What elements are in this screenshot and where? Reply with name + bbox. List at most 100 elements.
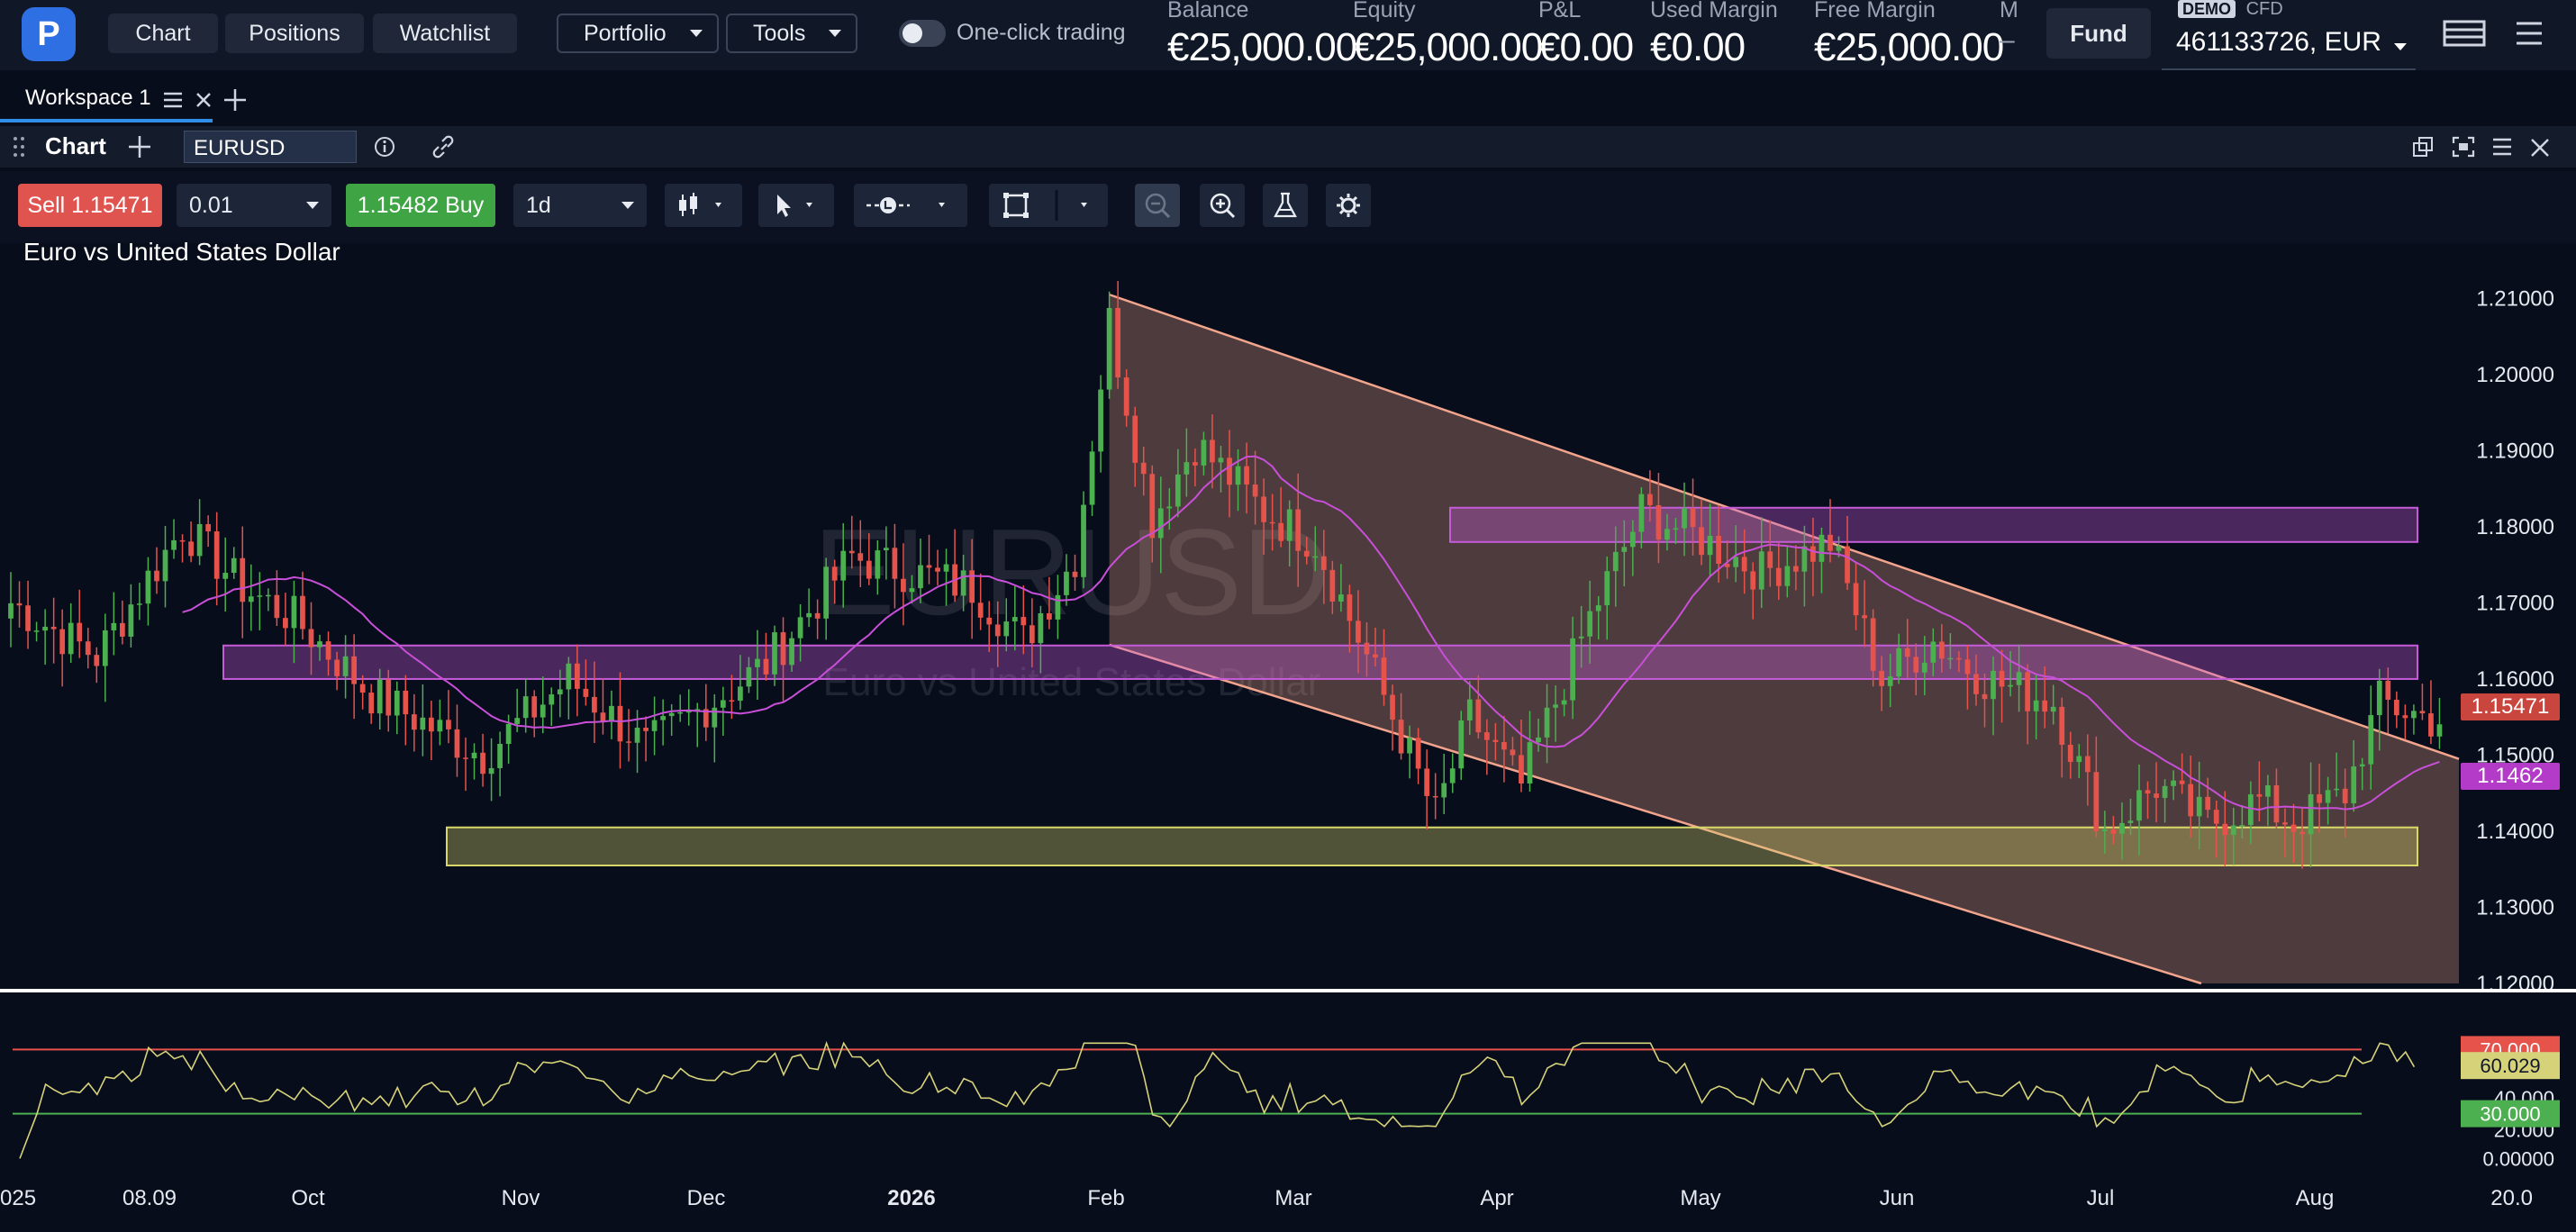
candle <box>677 711 684 714</box>
candle <box>334 659 340 676</box>
price-axis-label: 1.16000 <box>2476 667 2554 692</box>
popout-icon[interactable] <box>2412 136 2435 158</box>
price-axis-label: 1.19000 <box>2476 439 2554 463</box>
candle <box>342 656 349 676</box>
candle <box>205 523 212 532</box>
tools-dropdown[interactable]: Tools <box>726 14 857 53</box>
price-axis-label: 1.13000 <box>2476 895 2554 919</box>
candle <box>119 622 125 637</box>
last-price-tag: 1.15471 <box>2461 693 2560 720</box>
settings-button[interactable] <box>1326 184 1371 227</box>
candle <box>1072 571 1078 577</box>
candle <box>848 550 855 554</box>
top-bar: P Chart Positions Watchlist Portfolio To… <box>0 0 2576 70</box>
nav-watchlist-button[interactable]: Watchlist <box>373 14 517 53</box>
stat-used-margin: Used Margin €0.00 <box>1650 0 1778 69</box>
candle <box>2393 699 2399 716</box>
menu-icon[interactable] <box>2515 20 2544 47</box>
fund-button[interactable]: Fund <box>2046 8 2151 59</box>
candle <box>137 603 142 605</box>
stat-equity: Equity €25,000.00 <box>1353 0 1543 69</box>
candle <box>300 595 305 630</box>
cursor-tool-button[interactable] <box>758 184 834 227</box>
candle <box>2101 829 2108 831</box>
candle <box>1570 638 1576 701</box>
list-icon[interactable] <box>162 90 184 110</box>
candle <box>574 663 580 689</box>
close-icon[interactable] <box>195 91 213 109</box>
candle <box>2308 793 2314 835</box>
zoom-out-button[interactable] <box>1135 184 1180 227</box>
price-axis-label: 1.20000 <box>2476 363 2554 387</box>
chevron-down-icon <box>829 30 842 37</box>
portfolio-label: Portfolio <box>584 20 667 46</box>
candle <box>2008 684 2013 687</box>
sell-button[interactable]: Sell 1.15471 <box>18 184 162 227</box>
candle <box>1338 594 1344 602</box>
candle <box>1047 612 1052 620</box>
candle <box>179 539 186 542</box>
price-chart[interactable]: EURUSD Euro vs United States Dollar 1.21… <box>0 245 2576 1232</box>
candle <box>154 570 159 582</box>
info-icon[interactable] <box>373 135 396 159</box>
nav-positions-button[interactable]: Positions <box>225 14 364 53</box>
candle <box>1544 707 1550 738</box>
candle <box>1449 768 1456 784</box>
quantity-select[interactable]: 0.01 <box>177 184 331 227</box>
candle <box>557 689 563 695</box>
line-tool-button[interactable] <box>854 184 967 227</box>
candle <box>2171 780 2176 786</box>
candle <box>2376 680 2382 716</box>
candle <box>1553 704 1558 708</box>
candle <box>420 717 426 730</box>
workspace-tab-indicator <box>0 119 213 122</box>
candle <box>1201 439 1207 466</box>
candle <box>1269 521 1275 524</box>
candle <box>1492 739 1499 742</box>
quantity-value: 0.01 <box>189 192 233 218</box>
add-workspace-icon[interactable] <box>223 88 247 112</box>
portfolio-dropdown[interactable]: Portfolio <box>557 14 719 53</box>
chart-type-button[interactable] <box>665 184 742 227</box>
nav-chart-button[interactable]: Chart <box>108 14 218 53</box>
buy-button[interactable]: 1.15482 Buy <box>346 184 495 227</box>
drag-handle-icon[interactable] <box>13 135 25 159</box>
candle <box>1991 670 1996 700</box>
link-icon[interactable] <box>431 135 456 159</box>
candle <box>77 622 83 642</box>
indicators-button[interactable] <box>1263 184 1308 227</box>
candle <box>1011 617 1018 622</box>
candle <box>1578 636 1584 639</box>
candle <box>1647 494 1653 505</box>
one-click-trading-toggle[interactable] <box>899 20 946 47</box>
layout-icon[interactable] <box>2443 20 2486 47</box>
candle <box>454 729 460 758</box>
timeframe-select[interactable]: 1d <box>513 184 647 227</box>
time-axis-label: May <box>1680 1186 1720 1210</box>
zoom-in-button[interactable] <box>1200 184 1245 227</box>
candle <box>1278 522 1284 541</box>
add-chart-icon[interactable] <box>128 135 151 159</box>
one-click-trading-label: One-click trading <box>957 20 1126 45</box>
ma-price-tag: 1.1462 <box>2461 763 2560 790</box>
account-selector[interactable]: 461133726, EUR <box>2176 27 2408 58</box>
time-axis-label: Jul <box>2087 1186 2115 1210</box>
candle <box>814 612 821 619</box>
panel-menu-icon[interactable] <box>2491 137 2513 157</box>
candle <box>909 588 915 593</box>
candle <box>111 622 117 630</box>
candle <box>1638 494 1645 532</box>
candle <box>634 728 640 743</box>
candle <box>1184 462 1190 475</box>
app-logo[interactable]: P <box>22 7 76 61</box>
candle <box>2093 772 2100 831</box>
candle <box>1707 535 1713 556</box>
time-axis-label: Feb <box>1087 1186 1124 1210</box>
close-panel-icon[interactable] <box>2529 137 2551 159</box>
candle <box>1629 531 1636 548</box>
shape-tool-button[interactable] <box>989 184 1108 227</box>
fullscreen-icon[interactable] <box>2452 136 2475 158</box>
candle <box>1999 670 2005 687</box>
symbol-input[interactable]: EURUSD <box>184 131 357 163</box>
workspace-tab[interactable]: Workspace 1 <box>25 86 151 111</box>
